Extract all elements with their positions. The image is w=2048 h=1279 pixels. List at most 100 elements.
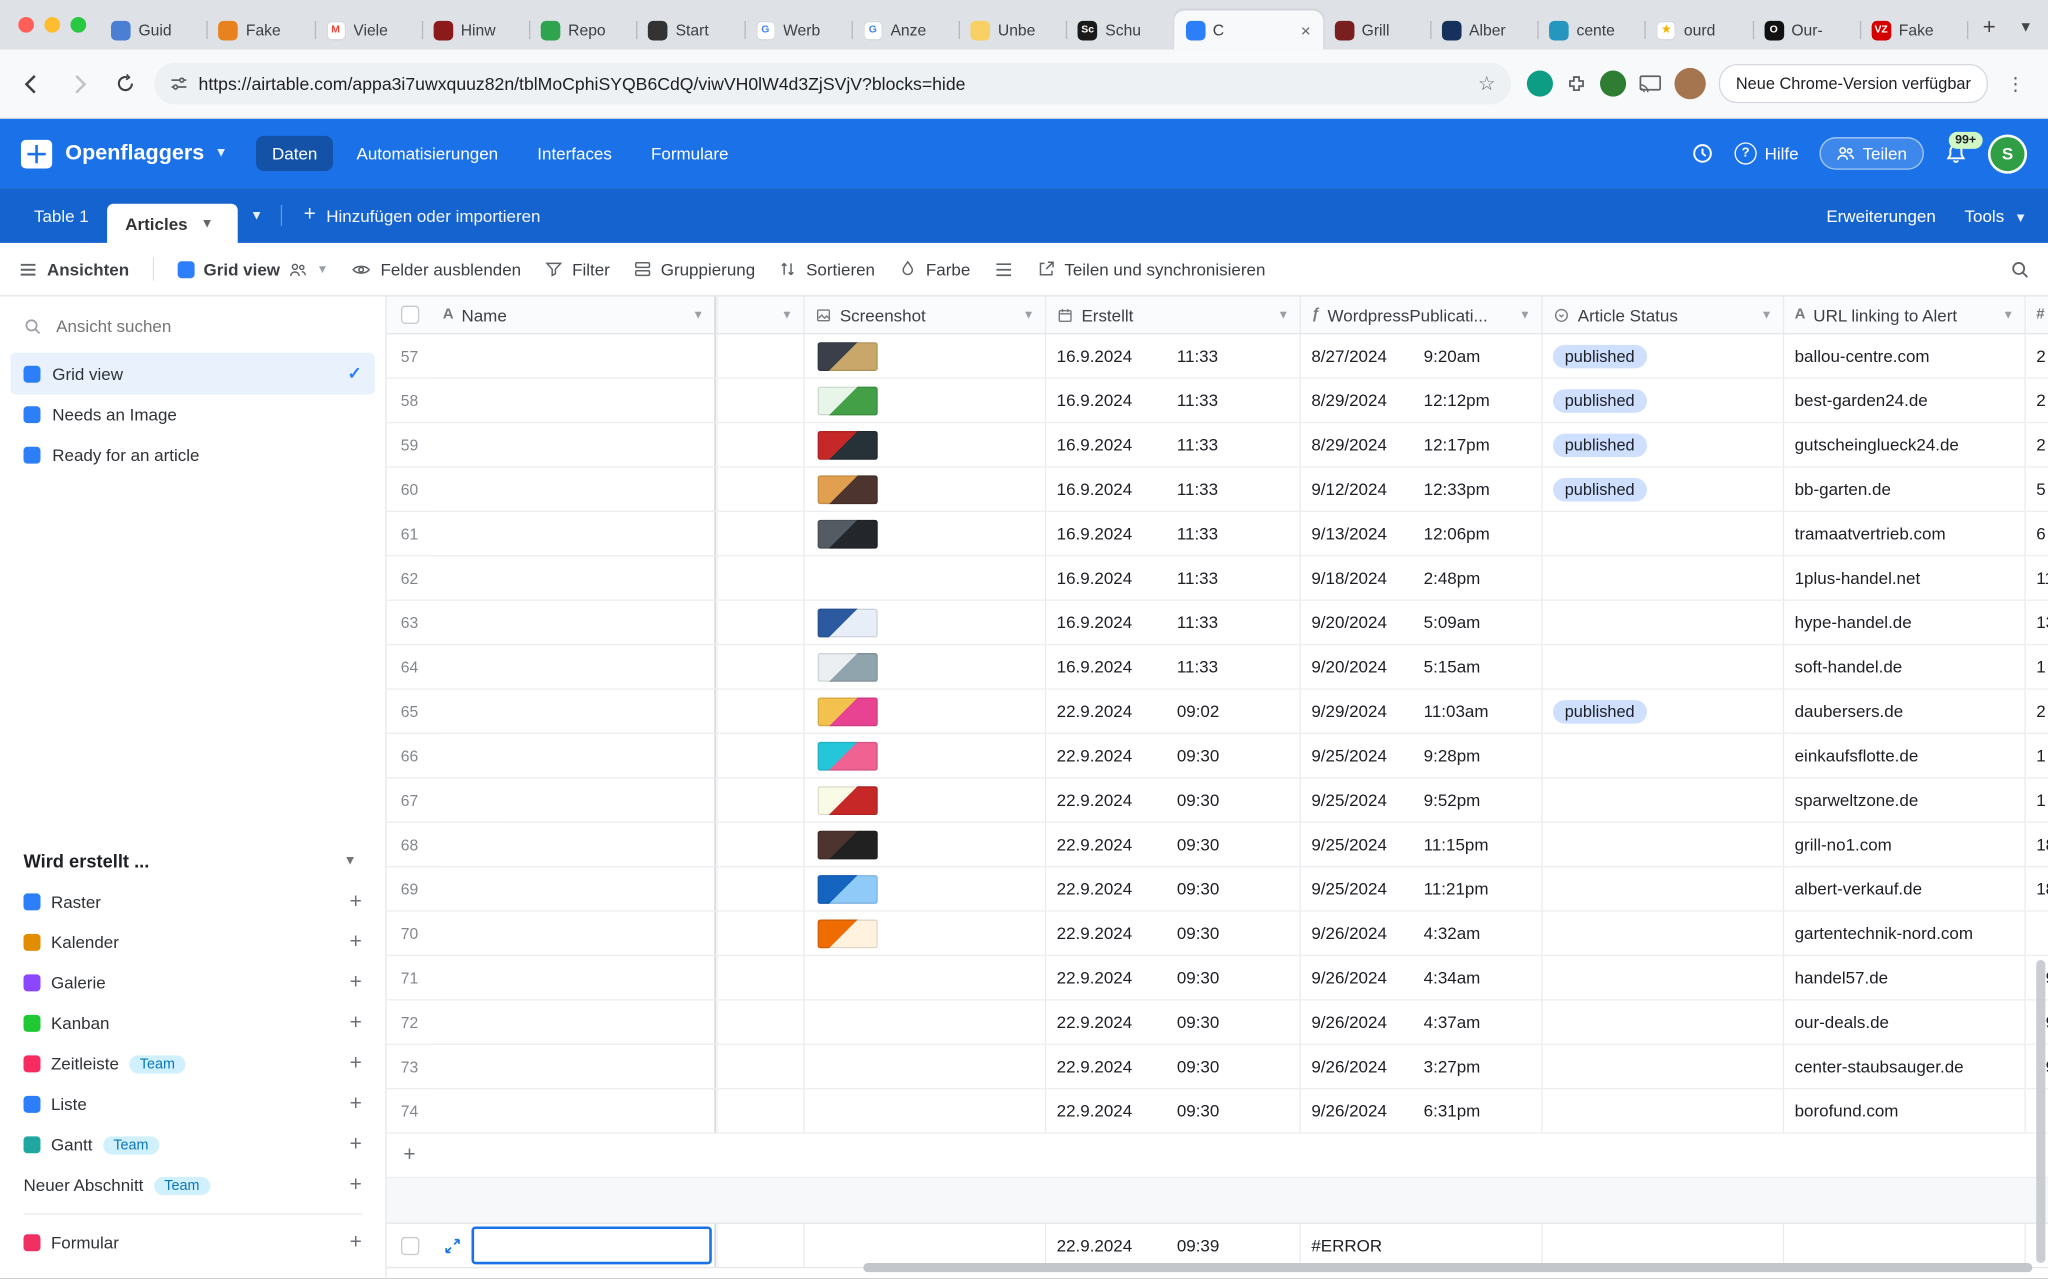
plus-icon[interactable]: + <box>350 1013 362 1034</box>
cell-created[interactable]: 16.9.202411:33 <box>1046 334 1301 377</box>
screenshot-thumbnail[interactable] <box>818 830 878 859</box>
expand-record-icon[interactable] <box>444 1237 461 1254</box>
cell-last[interactable]: 2 <box>2026 690 2048 733</box>
row-number[interactable]: 61 <box>387 512 433 555</box>
column-header-url[interactable]: A URL linking to Alert ▼ <box>1784 296 2026 333</box>
url-text[interactable]: https://airtable.com/appa3i7uwxquuz82n/t… <box>199 74 1468 94</box>
view-search-input[interactable] <box>54 315 362 337</box>
extensions-puzzle-icon[interactable] <box>1566 73 1587 94</box>
browser-tab[interactable]: C× <box>1174 10 1323 49</box>
chevron-down-icon[interactable]: ▼ <box>201 216 214 230</box>
table-row[interactable]: 7022.9.202409:309/26/20244:32amgartentec… <box>387 912 2048 956</box>
browser-tab[interactable]: Guid <box>99 10 206 49</box>
cell-attachment[interactable] <box>716 867 805 910</box>
cell-status[interactable] <box>1543 867 1785 910</box>
table-row[interactable]: 5916.9.202411:338/29/202412:17pmpublishe… <box>387 423 2048 467</box>
cell-wordpress[interactable]: 8/29/202412:17pm <box>1301 423 1543 466</box>
zoom-window-button[interactable] <box>71 17 87 33</box>
cell-status[interactable]: published <box>1543 334 1785 377</box>
cell-url[interactable]: ballou-centre.com <box>1784 334 2026 377</box>
chevron-down-icon[interactable]: ▼ <box>1023 308 1035 321</box>
row-number[interactable]: 70 <box>387 912 433 955</box>
column-header-name[interactable]: A Name ▼ <box>432 296 715 333</box>
views-menu-button[interactable]: Ansichten <box>18 259 129 279</box>
browser-tab[interactable]: ScSchu <box>1066 10 1173 49</box>
chevron-down-icon[interactable]: ▼ <box>692 308 704 321</box>
screenshot-thumbnail[interactable] <box>818 608 878 637</box>
screenshot-thumbnail[interactable] <box>818 475 878 504</box>
extensions-button[interactable]: Erweiterungen <box>1826 206 1935 226</box>
chevron-down-icon[interactable]: ▼ <box>781 308 793 321</box>
cell-attachment[interactable] <box>716 601 805 644</box>
cell-url[interactable]: best-garden24.de <box>1784 379 2026 422</box>
cell-status[interactable] <box>1543 556 1785 599</box>
cell-screenshot[interactable] <box>805 867 1047 910</box>
cell-created[interactable]: 22.9.202409:30 <box>1046 1045 1301 1088</box>
chevron-down-icon[interactable]: ▼ <box>1761 308 1773 321</box>
table-row[interactable]: 7422.9.202409:309/26/20246:31pmborofund.… <box>387 1089 2048 1133</box>
cell-name[interactable] <box>432 379 715 422</box>
sidebar-view-item[interactable]: Ready for an article <box>10 435 374 475</box>
cell-wordpress[interactable]: 9/25/20249:28pm <box>1301 734 1543 777</box>
cell-status[interactable] <box>1543 823 1785 866</box>
browser-tab[interactable]: Fake <box>207 10 314 49</box>
cell-url[interactable]: tramaatvertrieb.com <box>1784 512 2026 555</box>
cell-status[interactable] <box>1543 912 1785 955</box>
cell-wordpress[interactable]: 8/27/20249:20am <box>1301 334 1543 377</box>
screenshot-thumbnail[interactable] <box>818 342 878 371</box>
current-view-button[interactable]: Grid view ▼ <box>177 259 328 279</box>
cell-wordpress[interactable]: 9/26/20246:31pm <box>1301 1089 1543 1132</box>
table-row[interactable]: 6016.9.202411:339/12/202412:33pmpublishe… <box>387 468 2048 512</box>
cell-attachment[interactable] <box>716 334 805 377</box>
cell-status[interactable] <box>1543 1089 1785 1132</box>
cell-status[interactable]: published <box>1543 690 1785 733</box>
table-list-chevron-icon[interactable]: ▼ <box>237 208 276 222</box>
cell-wordpress[interactable]: 8/29/202412:12pm <box>1301 379 1543 422</box>
name-input-focused[interactable] <box>472 1226 712 1264</box>
cell-screenshot[interactable] <box>805 601 1047 644</box>
row-number[interactable]: 63 <box>387 601 433 644</box>
cell-created[interactable]: 22.9.202409:30 <box>1046 734 1301 777</box>
select-all-checkbox[interactable] <box>387 296 433 333</box>
cell-last[interactable]: 11 <box>2026 556 2048 599</box>
cell-name[interactable] <box>432 1045 715 1088</box>
cell-created[interactable]: 16.9.202411:33 <box>1046 645 1301 688</box>
plus-icon[interactable]: + <box>350 973 362 994</box>
cell-last[interactable]: 5 <box>2026 468 2048 511</box>
extension-leaf-icon[interactable] <box>1600 71 1626 97</box>
cell-screenshot[interactable] <box>805 1224 1047 1267</box>
base-name[interactable]: Openflaggers <box>65 141 204 166</box>
cell-wordpress[interactable]: 9/26/20244:34am <box>1301 956 1543 999</box>
cell-last[interactable]: 13 <box>2026 601 2048 644</box>
screenshot-thumbnail[interactable] <box>818 519 878 548</box>
create-item-kalender[interactable]: Kalender+ <box>10 923 374 963</box>
create-item-kanban[interactable]: Kanban+ <box>10 1003 374 1043</box>
cell-screenshot[interactable] <box>805 956 1047 999</box>
browser-tab[interactable]: OOur- <box>1752 10 1859 49</box>
row-number[interactable]: 73 <box>387 1045 433 1088</box>
cell-last[interactable] <box>2026 912 2048 955</box>
create-item-raster[interactable]: Raster+ <box>10 882 374 922</box>
cell-screenshot[interactable] <box>805 690 1047 733</box>
cell-last[interactable]: 1 <box>2026 778 2048 821</box>
row-number[interactable]: 58 <box>387 379 433 422</box>
share-sync-button[interactable]: Teilen und synchronisieren <box>1037 259 1265 279</box>
cell-created[interactable]: 16.9.202411:33 <box>1046 556 1301 599</box>
tab-close-icon[interactable]: × <box>1301 20 1311 40</box>
screenshot-thumbnail[interactable] <box>818 652 878 681</box>
cell-status[interactable] <box>1543 1000 1785 1043</box>
cell-last[interactable]: 2 <box>2026 334 2048 377</box>
browser-tab[interactable]: ★ourd <box>1645 10 1752 49</box>
row-number[interactable]: 74 <box>387 1089 433 1132</box>
cell-url[interactable]: 1plus-handel.net <box>1784 556 2026 599</box>
chevron-down-icon[interactable]: ▼ <box>1277 308 1289 321</box>
sidebar-view-item[interactable]: Grid view✓ <box>10 353 374 395</box>
cell-status[interactable] <box>1543 512 1785 555</box>
cell-attachment[interactable] <box>716 912 805 955</box>
cell-name[interactable] <box>432 468 715 511</box>
browser-tab[interactable]: Repo <box>529 10 636 49</box>
cell-created[interactable]: 22.9.202409:30 <box>1046 823 1301 866</box>
cell-attachment[interactable] <box>716 423 805 466</box>
cell-attachment[interactable] <box>716 468 805 511</box>
cell-wordpress[interactable]: 9/26/20244:37am <box>1301 1000 1543 1043</box>
